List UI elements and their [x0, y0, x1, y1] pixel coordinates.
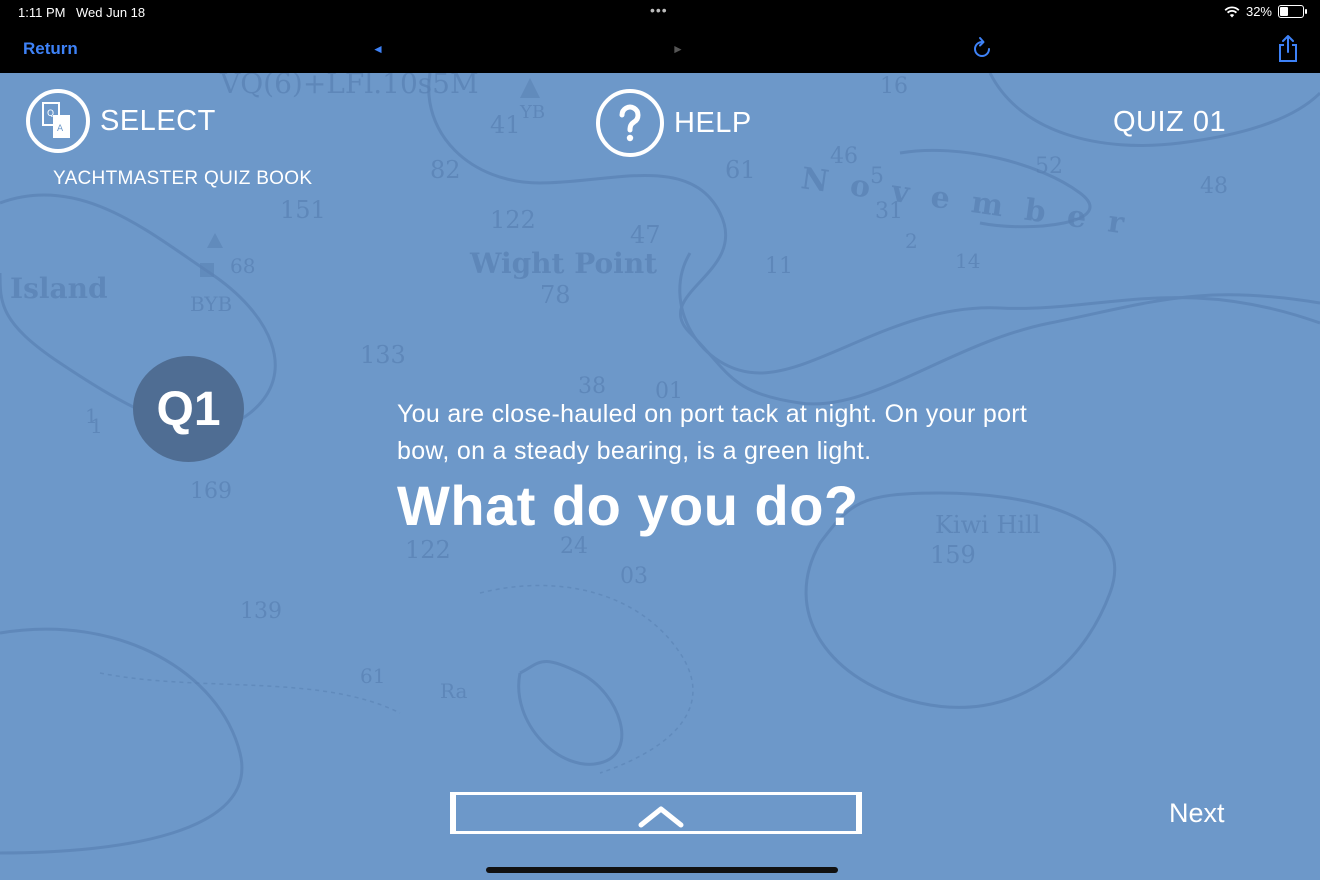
chart-label: 11	[765, 254, 793, 279]
chart-label: Island	[10, 272, 108, 305]
select-label: SELECT	[100, 104, 216, 137]
toolbar: Return ◄ ►	[0, 26, 1320, 73]
share-icon[interactable]	[1276, 34, 1300, 64]
chart-label: 47	[630, 221, 661, 249]
next-button[interactable]: Next	[1169, 798, 1225, 829]
home-indicator[interactable]	[486, 867, 838, 873]
chart-label: 52	[1035, 154, 1063, 179]
chart-label: 78	[540, 281, 571, 309]
chart-label: 151	[280, 196, 326, 224]
select-button[interactable]: Q A SELECT	[26, 89, 216, 153]
book-title: YACHTMASTER QUIZ BOOK	[53, 168, 313, 189]
status-right: 32%	[1224, 4, 1307, 19]
chart-label: 61	[360, 664, 385, 688]
return-button[interactable]: Return	[23, 39, 78, 59]
next-page-icon[interactable]: ►	[672, 42, 684, 56]
chart-label: 169	[190, 479, 232, 504]
qa-cards-icon: Q A	[26, 89, 90, 153]
question-text: You are close-hauled on port tack at nig…	[397, 400, 1028, 465]
chart-label: 61	[725, 156, 756, 184]
chart-label: Kiwi Hill	[935, 511, 1040, 539]
chart-label: VQ(6)+LFl.10s5M	[219, 73, 479, 100]
status-bar: 1:11 PM Wed Jun 18 ••• 32%	[0, 0, 1320, 26]
quiz-number: QUIZ 01	[1113, 106, 1227, 138]
battery-tip	[1305, 9, 1307, 14]
chart-label: 48	[1200, 174, 1228, 199]
chart-label: 139	[240, 599, 282, 624]
wifi-icon	[1224, 5, 1240, 17]
battery-percent: 32%	[1245, 4, 1272, 19]
multitasking-dots-icon[interactable]: •••	[650, 2, 668, 18]
battery-level	[1280, 7, 1288, 16]
question-number-badge: Q1	[133, 356, 244, 462]
chart-label: 82	[430, 156, 461, 184]
quiz-screen: VQ(6)+LFl.10s5M YB 16 5 41 82 61 Island …	[0, 73, 1320, 880]
question-prompt: What do you do?	[397, 474, 859, 537]
chart-label: 46	[830, 144, 858, 169]
chart-label: 68	[230, 254, 255, 278]
chart-label: 122	[405, 536, 451, 564]
svg-text:A: A	[57, 124, 64, 134]
chart-label: 31	[875, 199, 903, 224]
status-date: Wed Jun 18	[76, 5, 146, 20]
chart-label: 14	[955, 249, 980, 273]
chart-label: 03	[620, 564, 648, 589]
chevron-up-icon	[638, 806, 684, 828]
chart-label: 2	[905, 229, 918, 253]
chart-label: 122	[490, 206, 536, 234]
chart-label: 41	[490, 111, 521, 139]
chart-label: November	[799, 161, 1148, 244]
help-label: HELP	[674, 106, 752, 139]
chart-label: BYB	[190, 292, 232, 316]
chart-label: 1	[90, 414, 103, 438]
question-mark-icon	[596, 89, 664, 157]
chart-label: 16	[880, 74, 908, 99]
chart-label: 159	[930, 541, 976, 569]
reveal-answer-button[interactable]	[450, 792, 862, 834]
chart-label: Ra	[440, 679, 468, 703]
battery-icon	[1278, 5, 1307, 18]
chart-label: Wight Point	[469, 247, 657, 280]
previous-page-icon[interactable]: ◄	[372, 42, 384, 56]
status-time: 1:11 PM	[18, 5, 66, 20]
help-button[interactable]: HELP	[596, 89, 752, 157]
refresh-icon[interactable]	[970, 36, 994, 62]
chart-label: 133	[360, 341, 406, 369]
chart-label: YB	[519, 102, 545, 123]
